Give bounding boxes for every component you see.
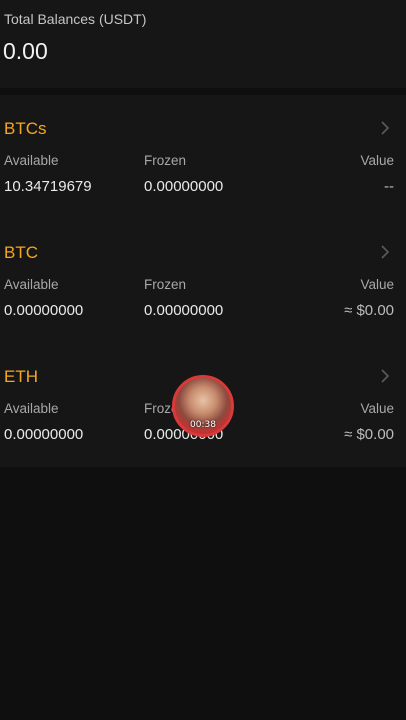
recording-timer: 00:38 [190, 420, 216, 430]
asset-name: BTCs [4, 119, 47, 138]
frozen-label: Frozen [144, 153, 187, 168]
available-label: Available [4, 277, 59, 292]
frozen-label: Frozen [144, 277, 187, 292]
value-label: Value [360, 153, 394, 168]
frozen-amount: 0.00000000 [144, 178, 224, 195]
available-amount: 0.00000000 [4, 302, 84, 319]
asset-row-btcs[interactable]: BTCs Available Frozen Value 10.34719679 … [0, 95, 406, 219]
available-label: Available [4, 401, 59, 416]
frozen-amount: 0.00000000 [144, 302, 224, 319]
available-label: Available [4, 153, 59, 168]
chevron-right-icon[interactable] [378, 121, 392, 135]
value-amount: ≈ $0.00 [344, 426, 394, 443]
total-balance-card: Total Balances (USDT) 0.00 [0, 0, 406, 88]
total-balance-label: Total Balances (USDT) [4, 11, 147, 27]
asset-name: BTC [4, 243, 38, 262]
available-amount: 0.00000000 [4, 426, 84, 443]
total-balance-value: 0.00 [3, 38, 48, 64]
screen-recorder-bubble[interactable]: 00:38 [172, 375, 234, 437]
value-amount: ≈ $0.00 [344, 302, 394, 319]
asset-name: ETH [4, 367, 38, 386]
value-label: Value [360, 277, 394, 292]
available-amount: 10.34719679 [4, 178, 92, 195]
value-amount: -- [384, 178, 394, 195]
wallet-screen: Total Balances (USDT) 0.00 BTCs Availabl… [0, 0, 406, 720]
chevron-right-icon[interactable] [378, 245, 392, 259]
asset-row-btc[interactable]: BTC Available Frozen Value 0.00000000 0.… [0, 219, 406, 343]
value-label: Value [360, 401, 394, 416]
chevron-right-icon[interactable] [378, 369, 392, 383]
